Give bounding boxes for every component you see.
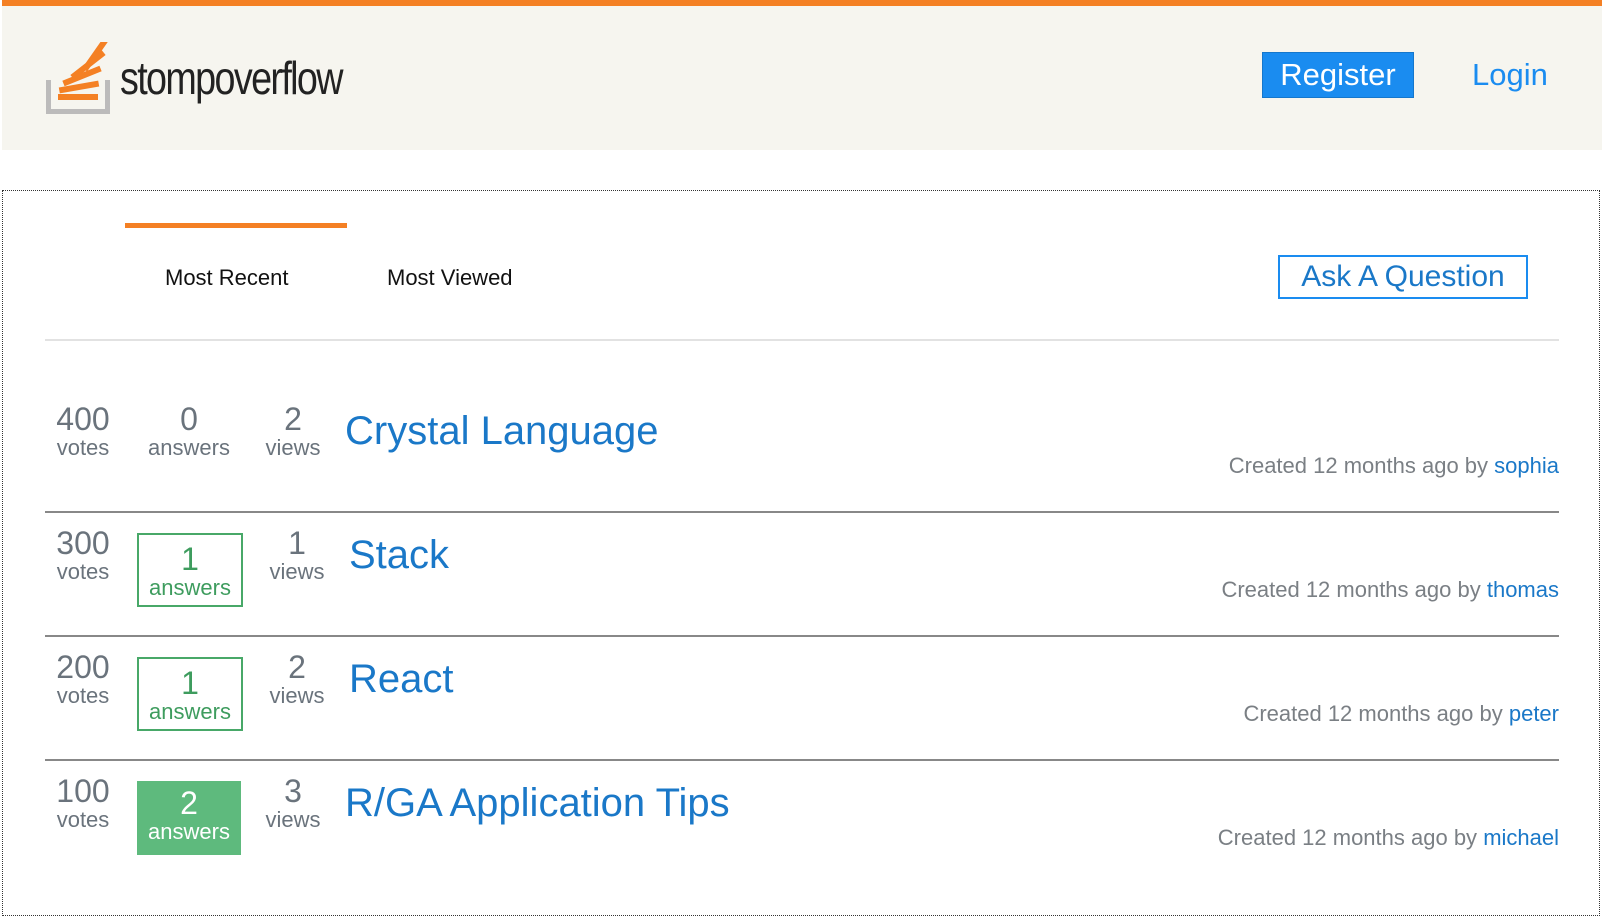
answer-label: answers — [149, 699, 231, 724]
view-label: views — [265, 807, 321, 832]
vote-count: 100 votes — [31, 775, 135, 831]
view-number: 3 — [284, 773, 302, 809]
view-count: 3 views — [241, 775, 345, 831]
answer-label: answers — [148, 435, 230, 460]
view-label: views — [265, 435, 321, 460]
tab-divider — [45, 339, 1559, 341]
author-link[interactable]: thomas — [1487, 577, 1559, 602]
question-title-link[interactable]: React — [349, 657, 454, 702]
ask-question-button[interactable]: Ask A Question — [1278, 255, 1528, 299]
view-count: 1 views — [245, 527, 349, 583]
register-button[interactable]: Register — [1262, 52, 1414, 98]
vote-number: 300 — [56, 525, 110, 561]
created-text: Created 12 months ago by — [1228, 453, 1489, 478]
answer-label: answers — [149, 575, 231, 600]
vote-label: votes — [56, 435, 110, 460]
view-number: 2 — [284, 401, 302, 437]
brand-prefix: stomp — [120, 52, 216, 104]
answer-count: 0 answers — [137, 403, 241, 459]
author-link[interactable]: peter — [1509, 701, 1559, 726]
question-meta: Created 12 months ago by peter — [1243, 701, 1559, 727]
vote-count: 200 votes — [31, 651, 135, 707]
answer-number: 1 — [181, 665, 199, 701]
answer-count-badge: 1 answers — [137, 533, 243, 607]
active-tab-indicator — [125, 223, 347, 228]
answer-number: 1 — [181, 541, 199, 577]
answer-count-badge: 1 answers — [137, 657, 243, 731]
author-link[interactable]: sophia — [1494, 453, 1559, 478]
question-row: 400 votes 0 answers 2 views Crystal Lang… — [45, 389, 1559, 513]
tab-most-recent[interactable]: Most Recent — [165, 265, 289, 291]
vote-number: 200 — [56, 649, 110, 685]
question-meta: Created 12 months ago by thomas — [1221, 577, 1559, 603]
answer-label: answers — [148, 819, 230, 844]
view-label: views — [269, 559, 325, 584]
view-number: 1 — [288, 525, 306, 561]
vote-number: 400 — [56, 401, 110, 437]
site-logo[interactable]: stompoverflow — [46, 38, 391, 118]
answer-count-badge: 2 answers — [137, 781, 241, 855]
brand-name: stompoverflow — [120, 52, 344, 104]
vote-label: votes — [56, 559, 110, 584]
created-text: Created 12 months ago by — [1217, 825, 1478, 850]
vote-count: 400 votes — [31, 403, 135, 459]
view-count: 2 views — [245, 651, 349, 707]
created-text: Created 12 months ago by — [1243, 701, 1503, 726]
question-meta: Created 12 months ago by sophia — [1229, 453, 1559, 479]
created-text: Created 12 months ago by — [1221, 577, 1481, 602]
question-meta: Created 12 months ago by michael — [1218, 825, 1559, 851]
site-header: stompoverflow Register Login — [2, 0, 1602, 150]
question-row: 100 votes 2 answers 3 views R/GA Applica… — [45, 761, 1559, 885]
brand-suffix: overflow — [214, 52, 344, 104]
questions-panel: Most Recent Most Viewed Ask A Question 4… — [2, 190, 1600, 916]
tab-most-viewed[interactable]: Most Viewed — [387, 265, 513, 291]
login-link[interactable]: Login — [1472, 52, 1548, 98]
vote-count: 300 votes — [31, 527, 135, 583]
vote-number: 100 — [56, 773, 110, 809]
question-title-link[interactable]: Crystal Language — [345, 409, 659, 454]
vote-label: votes — [56, 683, 110, 708]
question-title-link[interactable]: Stack — [349, 533, 449, 578]
answer-number: 2 — [180, 785, 198, 821]
question-list: 400 votes 0 answers 2 views Crystal Lang… — [45, 389, 1559, 885]
stack-logo-icon — [46, 42, 110, 114]
answer-number: 0 — [180, 401, 198, 437]
author-link[interactable]: michael — [1483, 825, 1559, 850]
vote-label: votes — [56, 807, 110, 832]
view-label: views — [269, 683, 325, 708]
view-count: 2 views — [241, 403, 345, 459]
question-row: 200 votes 1 answers 2 views React Create… — [45, 637, 1559, 761]
view-number: 2 — [288, 649, 306, 685]
question-title-link[interactable]: R/GA Application Tips — [345, 781, 730, 826]
question-row: 300 votes 1 answers 1 views Stack Create… — [45, 513, 1559, 637]
